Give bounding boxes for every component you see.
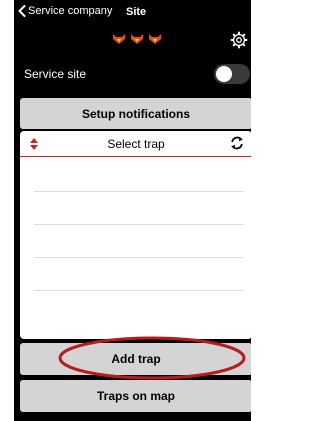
fox-icon (149, 34, 161, 44)
service-site-row: Service site (14, 62, 251, 86)
toggle-knob (216, 66, 232, 82)
setup-notifications-button[interactable]: Setup notifications (20, 98, 251, 129)
list-divider (34, 191, 244, 192)
traps-on-map-label: Traps on map (96, 389, 176, 403)
list-divider (34, 224, 244, 225)
fox-icon (113, 34, 125, 44)
trap-list-panel: Select trap (20, 131, 251, 339)
traps-on-map-button[interactable]: Traps on map (20, 380, 251, 412)
service-site-label: Service site (24, 67, 87, 81)
service-site-toggle[interactable] (214, 64, 250, 84)
add-trap-label: Add trap (111, 352, 161, 366)
add-trap-button[interactable]: Add trap (20, 343, 251, 375)
trap-select-label: Select trap (107, 137, 165, 151)
refresh-icon[interactable] (230, 136, 244, 150)
phone-screen: Service company Site Service site Setup … (14, 0, 251, 421)
back-button-label: Service company (28, 5, 113, 17)
chevron-left-icon (18, 5, 26, 17)
header: Service company Site (14, 0, 251, 24)
trap-select-dropdown[interactable]: Select trap (20, 131, 251, 157)
page-title: Site (126, 6, 147, 18)
list-divider (34, 257, 244, 258)
setup-notifications-label: Setup notifications (82, 106, 190, 121)
rating-icons (112, 32, 174, 46)
back-button[interactable]: Service company (18, 5, 112, 17)
gear-icon[interactable] (230, 31, 248, 49)
fox-icon (131, 34, 143, 44)
list-divider (34, 290, 244, 291)
